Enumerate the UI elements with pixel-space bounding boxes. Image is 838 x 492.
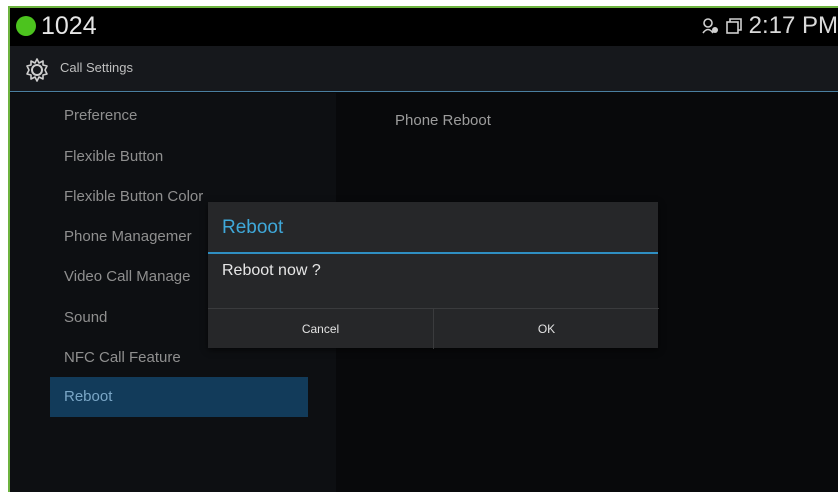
content-heading: Phone Reboot (395, 112, 491, 129)
menu-item-label: Phone Managemer (64, 228, 192, 245)
status-indicator (16, 16, 36, 36)
clock: 2:17 PM (748, 12, 838, 39)
phone-screen: 1024 2:17 PM Call Settings Preference Fl… (8, 6, 838, 492)
status-icons: 2:17 PM (701, 11, 838, 41)
settings-header: Call Settings (10, 46, 838, 92)
menu-item-label: Preference (64, 107, 138, 124)
menu-item-label: Video Call Manage (64, 268, 191, 285)
reboot-dialog: Reboot Reboot now ? Cancel OK (208, 202, 659, 349)
dialog-message: Reboot now ? (222, 262, 321, 279)
network-settings-icon (701, 17, 719, 35)
window-icon (725, 17, 743, 35)
extension-number: 1024 (41, 12, 97, 40)
menu-item-label: Flexible Button (64, 148, 164, 165)
dialog-title: Reboot (208, 202, 658, 254)
ok-button[interactable]: OK (433, 308, 659, 349)
menu-item-label: Flexible Button Color (64, 188, 204, 205)
page-title: Call Settings (60, 60, 133, 75)
menu-item-reboot[interactable]: Reboot (50, 377, 308, 417)
menu-item-preference[interactable]: Preference (50, 96, 310, 136)
gear-icon[interactable] (24, 57, 50, 83)
status-bar: 1024 2:17 PM (10, 8, 838, 46)
menu-item-label: Sound (64, 309, 108, 326)
menu-item-label: NFC Call Feature (64, 349, 181, 366)
menu-item-label: Reboot (64, 388, 113, 405)
cancel-button[interactable]: Cancel (208, 308, 433, 349)
menu-item-flexible-button[interactable]: Flexible Button (50, 137, 310, 177)
